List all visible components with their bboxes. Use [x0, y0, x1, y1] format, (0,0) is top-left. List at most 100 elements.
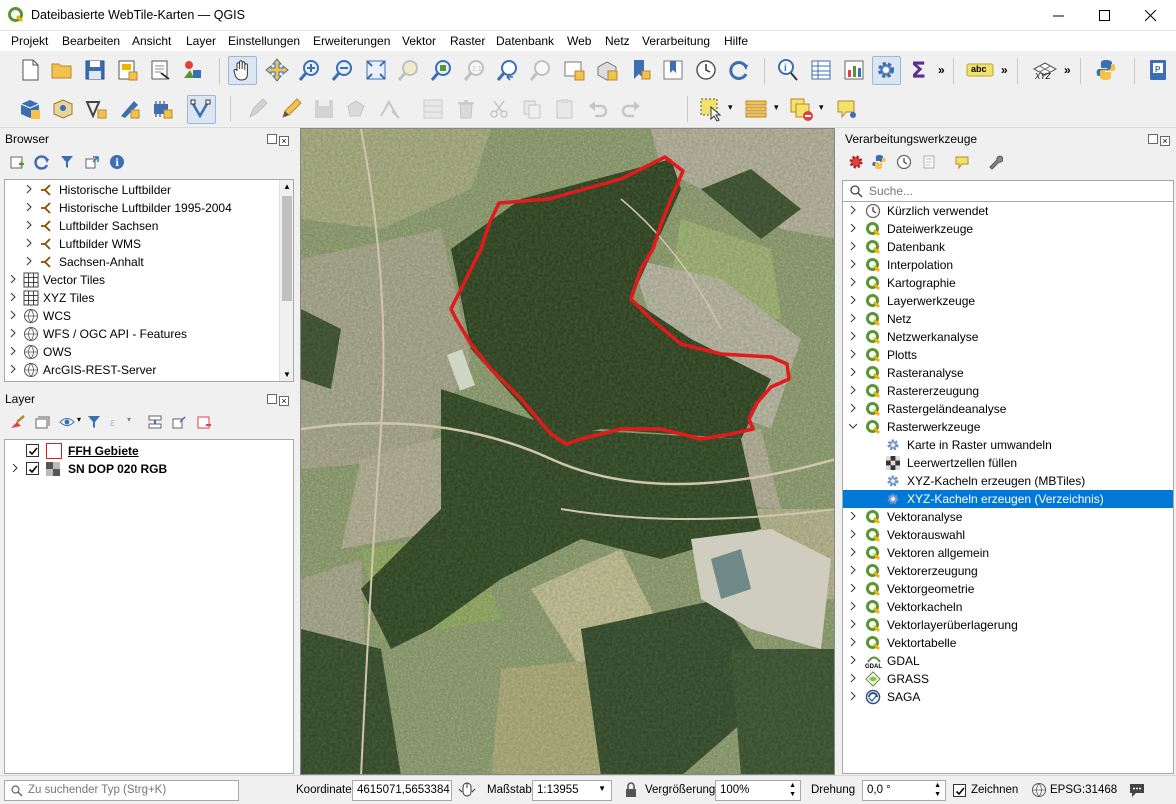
collapse-arrow-icon[interactable]	[849, 422, 857, 430]
menu-einstellungen[interactable]: Einstellungen	[228, 34, 300, 48]
rotation-spinbox[interactable]: 0,0 ° ▲ ▼	[862, 780, 946, 801]
browser-item[interactable]: Historische Luftbilder 1995-2004	[5, 199, 293, 217]
processing-provider-item[interactable]: GRASS	[843, 670, 1173, 688]
toolbar-overflow-chevron[interactable]: »	[1064, 63, 1071, 77]
menu-projekt[interactable]: Projekt	[11, 34, 48, 48]
dropdown-arrow-icon[interactable]: ▾	[819, 102, 824, 113]
identify-features-button[interactable]: i	[775, 57, 801, 83]
processing-algorithm-item[interactable]: XYZ-Kacheln erzeugen (Verzeichnis)	[843, 490, 1173, 508]
expand-all-icon[interactable]	[147, 414, 163, 430]
save-edits-button[interactable]	[311, 96, 337, 122]
processing-search-box[interactable]: Suche...	[842, 180, 1174, 202]
processing-provider-item[interactable]: Rasterwerkzeuge	[843, 418, 1173, 436]
browser-item[interactable]: WCS	[5, 307, 293, 325]
collapse-all-icon[interactable]	[84, 154, 100, 170]
dropdown-arrow-icon[interactable]: ▾	[127, 415, 131, 424]
style-manager-button[interactable]	[180, 57, 206, 83]
browser-item[interactable]: ArcGIS-REST-Server	[5, 361, 293, 379]
spin-arrows-icon[interactable]: ▲ ▼	[789, 781, 796, 799]
expand-arrow-icon[interactable]	[9, 293, 17, 301]
digitize-shape-button[interactable]	[187, 95, 216, 124]
paste-features-button[interactable]	[552, 96, 578, 122]
show-statistics-button[interactable]: Σ	[906, 57, 932, 83]
scrollbar-thumb[interactable]	[282, 196, 292, 301]
temporal-controller-button[interactable]	[693, 57, 719, 83]
open-attribute-table-button[interactable]	[808, 57, 834, 83]
coordinate-field[interactable]: 4615071,5653384	[352, 780, 452, 801]
processing-provider-item[interactable]: Kürzlich verwendet	[843, 202, 1173, 220]
dropdown-arrow-icon[interactable]: ▾	[77, 415, 81, 424]
expand-arrow-icon[interactable]	[849, 638, 857, 646]
select-features-button[interactable]	[698, 96, 724, 122]
remove-layer-icon[interactable]	[196, 414, 212, 430]
expand-arrow-icon[interactable]	[9, 365, 17, 373]
expand-arrow-icon[interactable]	[849, 656, 857, 664]
expand-arrow-icon[interactable]	[849, 530, 857, 538]
menu-datenbank[interactable]: Datenbank	[496, 34, 554, 48]
expand-arrow-icon[interactable]	[849, 566, 857, 574]
zoom-last-button[interactable]	[495, 57, 521, 83]
browser-item[interactable]: Luftbilder Sachsen	[5, 217, 293, 235]
processing-provider-item[interactable]: Plotts	[843, 346, 1173, 364]
show-bookmarks-button[interactable]	[660, 57, 686, 83]
dropdown-arrow-icon[interactable]: ▼	[598, 784, 606, 793]
maximize-button[interactable]	[1082, 0, 1128, 31]
locator-search-input[interactable]: Zu suchender Typ (Strg+K)	[4, 780, 239, 801]
expand-arrow-icon[interactable]	[11, 464, 19, 472]
processing-provider-item[interactable]: Rasteranalyse	[843, 364, 1173, 382]
expand-arrow-icon[interactable]	[25, 203, 33, 211]
expand-arrow-icon[interactable]	[849, 242, 857, 250]
browser-item[interactable]: WFS / OGC API - Features	[5, 325, 293, 343]
zoom-in-button[interactable]	[297, 57, 323, 83]
toggle-editing-button[interactable]	[278, 96, 304, 122]
plugin-button[interactable]: P	[1145, 57, 1171, 83]
refresh-button[interactable]	[726, 57, 752, 83]
models-gear-icon[interactable]	[848, 154, 866, 170]
menu-vektor[interactable]: Vektor	[402, 34, 436, 48]
pan-map-button[interactable]	[228, 56, 257, 85]
modify-attributes-button[interactable]	[420, 96, 446, 122]
scroll-up-arrow-icon[interactable]: ▲	[283, 182, 291, 191]
dropdown-arrow-icon[interactable]: ▾	[728, 102, 733, 113]
processing-algorithm-item[interactable]: Karte in Raster umwandeln	[843, 436, 1173, 454]
processing-provider-item[interactable]: Datenbank	[843, 238, 1173, 256]
scale-combobox[interactable]: 1:13955 ▼	[532, 780, 612, 801]
expand-arrow-icon[interactable]	[849, 206, 857, 214]
filter-legend-icon[interactable]	[86, 414, 102, 430]
render-checkbox[interactable]	[953, 784, 966, 797]
mouse-coordinate-toggle-icon[interactable]	[458, 781, 476, 799]
deselect-features-button[interactable]	[788, 96, 814, 122]
processing-provider-item[interactable]: Rastergeländeanalyse	[843, 400, 1173, 418]
add-feature-button[interactable]	[344, 96, 370, 122]
pan-to-selection-button[interactable]	[264, 57, 290, 83]
browser-item[interactable]: Vector Tiles	[5, 271, 293, 289]
processing-provider-item[interactable]: Interpolation	[843, 256, 1173, 274]
dropdown-arrow-icon[interactable]: ▾	[774, 102, 779, 113]
new-3d-view-button[interactable]	[594, 57, 620, 83]
new-map-view-button[interactable]	[561, 57, 587, 83]
menu-netz[interactable]: Netz	[605, 34, 630, 48]
close-window-button[interactable]	[1128, 0, 1174, 31]
zoom-to-layer-button[interactable]	[429, 57, 455, 83]
close-panel-icon[interactable]: ×	[1160, 136, 1170, 146]
messages-icon[interactable]	[1128, 782, 1146, 798]
processing-toolbox-button[interactable]	[872, 56, 901, 85]
show-map-tips-button[interactable]	[834, 96, 860, 122]
expand-arrow-icon[interactable]	[849, 512, 857, 520]
menu-erweiterungen[interactable]: Erweiterungen	[313, 34, 390, 48]
new-bookmark-button[interactable]	[627, 57, 653, 83]
expand-arrow-icon[interactable]	[849, 296, 857, 304]
float-panel-icon[interactable]	[1148, 134, 1158, 144]
layout-manager-button[interactable]	[147, 57, 173, 83]
crs-globe-icon[interactable]	[1031, 782, 1047, 798]
processing-provider-item[interactable]: Netzwerkanalyse	[843, 328, 1173, 346]
browser-scrollbar[interactable]: ▲ ▼	[279, 180, 293, 381]
float-panel-icon[interactable]	[267, 134, 277, 144]
vertex-tool-button[interactable]	[377, 96, 403, 122]
processing-provider-item[interactable]: Kartographie	[843, 274, 1173, 292]
expand-arrow-icon[interactable]	[9, 347, 17, 355]
add-geopackage-button[interactable]	[50, 96, 76, 122]
expand-arrow-icon[interactable]	[849, 260, 857, 268]
menu-layer[interactable]: Layer	[186, 34, 216, 48]
expand-arrow-icon[interactable]	[25, 185, 33, 193]
